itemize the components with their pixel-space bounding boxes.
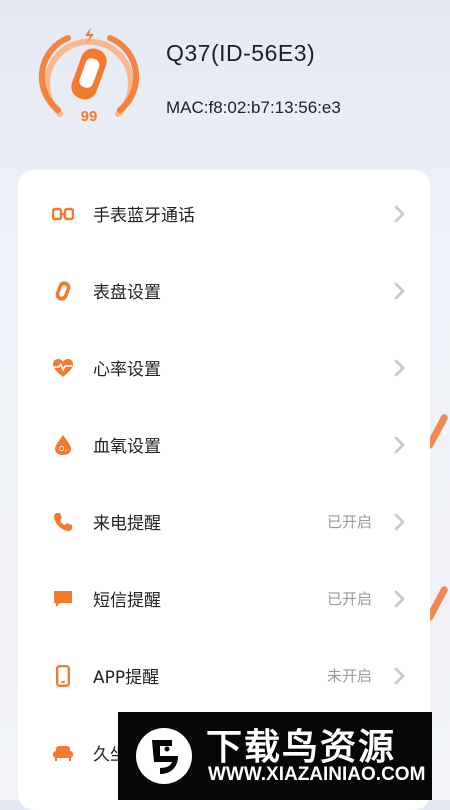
chevron-right-icon — [394, 590, 405, 607]
settings-row-status: 未开启 — [326, 667, 372, 685]
phone-icon — [52, 511, 74, 533]
settings-row-label: 表盘设置 — [93, 283, 161, 303]
settings-row-label: APP提醒 — [93, 668, 160, 688]
settings-row-status: 已开启 — [326, 513, 372, 531]
bluetooth-call-icon — [52, 203, 74, 225]
watermark-title: 下载鸟资源 — [206, 727, 397, 768]
app-phone-icon — [52, 664, 74, 687]
device-header: 99 Q37(ID-56E3) MAC:f8:02:b7:13:56:e3 — [0, 0, 450, 160]
bird-logo-icon — [136, 728, 192, 784]
heart-rate-icon — [52, 357, 74, 379]
watermark-url: WWW.XIAZAINIAO.COM — [208, 764, 426, 785]
device-mac: MAC:f8:02:b7:13:56:e3 — [166, 98, 341, 117]
watch-face-icon — [52, 280, 74, 302]
settings-row-label: 短信提醒 — [93, 591, 161, 611]
settings-row-heart-rate[interactable]: 心率设置 — [18, 329, 430, 406]
settings-row-status: 已开启 — [326, 590, 372, 608]
watch-band-icon — [71, 48, 107, 100]
settings-row-watch-face[interactable]: 表盘设置 — [18, 252, 430, 329]
chevron-right-icon — [394, 513, 405, 530]
chevron-right-icon — [394, 667, 405, 684]
settings-row-label: 心率设置 — [93, 360, 161, 380]
settings-row-call-reminder[interactable]: 来电提醒 已开启 — [18, 483, 430, 560]
settings-row-label: 来电提醒 — [93, 514, 161, 534]
chevron-right-icon — [394, 282, 405, 299]
chevron-right-icon — [394, 205, 405, 222]
settings-row-blood-oxygen[interactable]: O₂ 血氧设置 — [18, 406, 430, 483]
battery-ring: 99 — [38, 24, 140, 128]
svg-text:O₂: O₂ — [59, 446, 67, 453]
chevron-right-icon — [394, 436, 405, 453]
chevron-right-icon — [394, 359, 405, 376]
settings-row-bluetooth-call[interactable]: 手表蓝牙通话 — [18, 175, 430, 252]
device-name: Q37(ID-56E3) — [166, 40, 316, 66]
settings-row-label: 血氧设置 — [93, 437, 161, 457]
blood-oxygen-icon: O₂ — [52, 434, 74, 456]
settings-row-label: 手表蓝牙通话 — [93, 206, 195, 226]
watermark-banner: 下载鸟资源 WWW.XIAZAINIAO.COM — [118, 712, 432, 800]
settings-row-app-reminder[interactable]: APP提醒 未开启 — [18, 637, 430, 714]
sofa-icon — [52, 742, 74, 764]
battery-level: 99 — [80, 108, 98, 125]
message-icon — [52, 588, 74, 610]
settings-row-sms-reminder[interactable]: 短信提醒 已开启 — [18, 560, 430, 637]
